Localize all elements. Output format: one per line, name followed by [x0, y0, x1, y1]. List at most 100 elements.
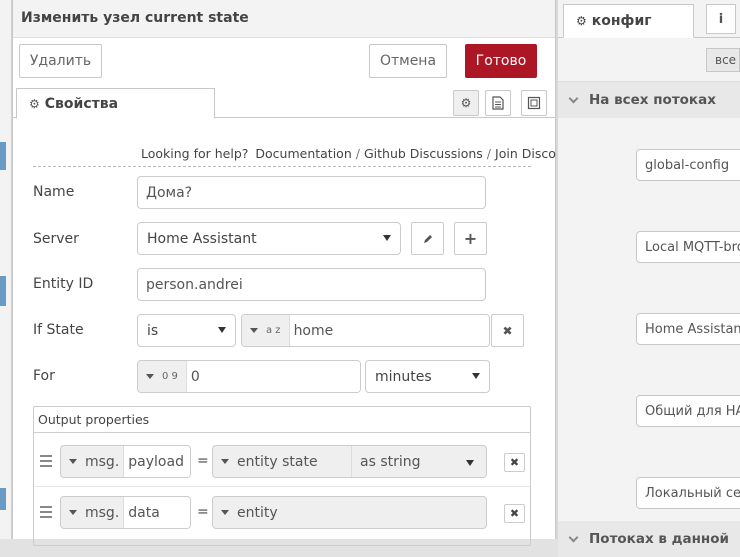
canvas-node-fragment	[0, 276, 6, 306]
help-separator: /	[355, 146, 360, 161]
remove-row-button[interactable]: ✖	[504, 453, 525, 472]
close-icon: ✖	[509, 456, 520, 469]
canvas-node-fragment	[0, 488, 6, 510]
chevron-down-icon	[472, 373, 480, 379]
config-sidebar: ⚙ конфиг i все На всех потоках global-co…	[558, 0, 740, 557]
if-state-value-input[interactable]: a z home	[241, 314, 490, 347]
drag-handle-icon[interactable]	[40, 455, 52, 470]
dialog-title-bar: Изменить узел current state	[13, 0, 555, 38]
info-tab-icon[interactable]: i	[706, 4, 736, 34]
source-input[interactable]: entity	[212, 496, 487, 529]
gear-icon: ⚙	[576, 14, 587, 28]
type-selector[interactable]: a z	[242, 315, 290, 346]
config-node-item[interactable]: Local MQTT-brok	[636, 231, 740, 263]
remove-row-button[interactable]: ✖	[504, 504, 525, 523]
section-this-flow-label: Потоках в данной	[589, 531, 729, 547]
caret-down-icon	[146, 374, 154, 379]
output-property-row: msg. data = entity ✖	[34, 488, 530, 538]
target-value: data	[123, 497, 190, 528]
output-properties-title: Output properties	[38, 412, 150, 427]
chevron-down-icon	[568, 532, 579, 543]
target-input[interactable]: msg. payload	[60, 445, 191, 478]
appearance-frame-icon[interactable]	[521, 90, 547, 116]
target-value: payload	[123, 446, 190, 477]
properties-settings-icon[interactable]: ⚙	[453, 90, 479, 116]
if-state-operator-value: is	[147, 322, 159, 339]
cancel-button[interactable]: Отмена	[369, 44, 447, 78]
config-node-item[interactable]: Home Assistant	[636, 313, 740, 345]
edit-server-button[interactable]	[411, 222, 444, 255]
add-server-button[interactable]: +	[454, 222, 487, 255]
chevron-down-icon	[218, 327, 226, 333]
name-label: Name	[33, 184, 75, 200]
tab-config[interactable]: ⚙ конфиг	[563, 4, 694, 38]
close-icon: ✖	[502, 323, 513, 338]
target-type-label: msg.	[85, 504, 120, 521]
config-node-item[interactable]: global-config	[636, 149, 740, 181]
source-type-selector[interactable]: entity	[213, 497, 486, 528]
config-node-item[interactable]: Локальный серв	[636, 477, 740, 509]
tab-properties[interactable]: ⚙ Свойства	[16, 88, 215, 119]
name-input[interactable]: Дома?	[137, 176, 486, 209]
for-value-input[interactable]: 0 9 0	[137, 360, 361, 393]
entity-id-label: Entity ID	[33, 276, 94, 292]
caret-down-icon	[221, 459, 229, 464]
close-icon: ✖	[509, 507, 520, 520]
output-properties-panel: Output properties msg. payload = entity …	[33, 406, 531, 546]
help-separator: /	[486, 146, 492, 161]
output-title-divider	[34, 432, 530, 433]
source-value: entity state	[237, 453, 318, 470]
source-input[interactable]: entity state as string	[212, 445, 487, 478]
plus-icon: +	[463, 229, 478, 248]
delete-button[interactable]: Удалить	[19, 44, 102, 78]
clear-state-button[interactable]: ✖	[491, 314, 524, 347]
chevron-down-icon	[383, 235, 391, 241]
link-github-discussions[interactable]: Github Discussions	[364, 146, 483, 161]
source-type-selector[interactable]: entity state	[213, 446, 352, 477]
target-type-selector[interactable]: msg.	[61, 446, 123, 477]
source-format-select[interactable]: as string	[352, 446, 486, 477]
config-node-item[interactable]: Общий для НА Т	[636, 395, 740, 427]
link-documentation[interactable]: Documentation	[255, 146, 351, 161]
canvas-node-fragment	[0, 142, 6, 170]
if-state-operator-select[interactable]: is	[137, 314, 236, 347]
entity-id-input[interactable]: person.andrei	[137, 268, 486, 301]
equals-sign: =	[197, 504, 209, 520]
string-type-icon: a z	[266, 325, 281, 336]
server-select-value: Home Assistant	[147, 230, 257, 247]
description-doc-icon[interactable]	[485, 90, 511, 116]
tab-config-label: конфиг	[591, 13, 652, 29]
if-state-value: home	[289, 315, 489, 346]
caret-down-icon	[250, 328, 258, 333]
source-format-value: as string	[360, 453, 421, 470]
section-this-flow[interactable]: Потоках в данной	[558, 521, 740, 557]
caret-down-icon	[221, 510, 229, 515]
target-input[interactable]: msg. data	[60, 496, 191, 529]
if-state-label: If State	[33, 322, 84, 338]
pencil-icon	[423, 234, 432, 243]
dialog-tabs: ⚙ Свойства ⚙	[13, 86, 555, 119]
server-select[interactable]: Home Assistant	[137, 222, 401, 255]
workspace-canvas-edge	[0, 0, 12, 539]
done-button[interactable]: Готово	[465, 44, 537, 78]
target-type-selector[interactable]: msg.	[61, 497, 123, 528]
number-type-icon: 0 9	[162, 371, 178, 382]
sidebar-toolbar: все	[558, 38, 740, 82]
sidebar-tabs: ⚙ конфиг i	[558, 0, 740, 38]
gear-icon: ⚙	[29, 96, 40, 111]
for-label: For	[33, 368, 55, 384]
chevron-down-icon	[568, 93, 579, 104]
output-property-row: msg. payload = entity state as string ✖	[34, 437, 530, 487]
help-prompt: Looking for help?	[141, 146, 249, 161]
for-value: 0	[186, 361, 360, 392]
drag-handle-icon[interactable]	[40, 506, 52, 521]
filter-all-button[interactable]: все	[706, 48, 740, 72]
for-unit-select[interactable]: minutes	[365, 360, 490, 393]
caret-down-icon	[69, 459, 77, 464]
help-links: Looking for help? Documentation / Github D…	[141, 146, 569, 161]
equals-sign: =	[197, 453, 209, 469]
source-value: entity	[237, 504, 278, 521]
server-label: Server	[33, 231, 79, 247]
section-all-flows[interactable]: На всех потоках	[558, 82, 740, 118]
type-selector[interactable]: 0 9	[138, 361, 187, 392]
